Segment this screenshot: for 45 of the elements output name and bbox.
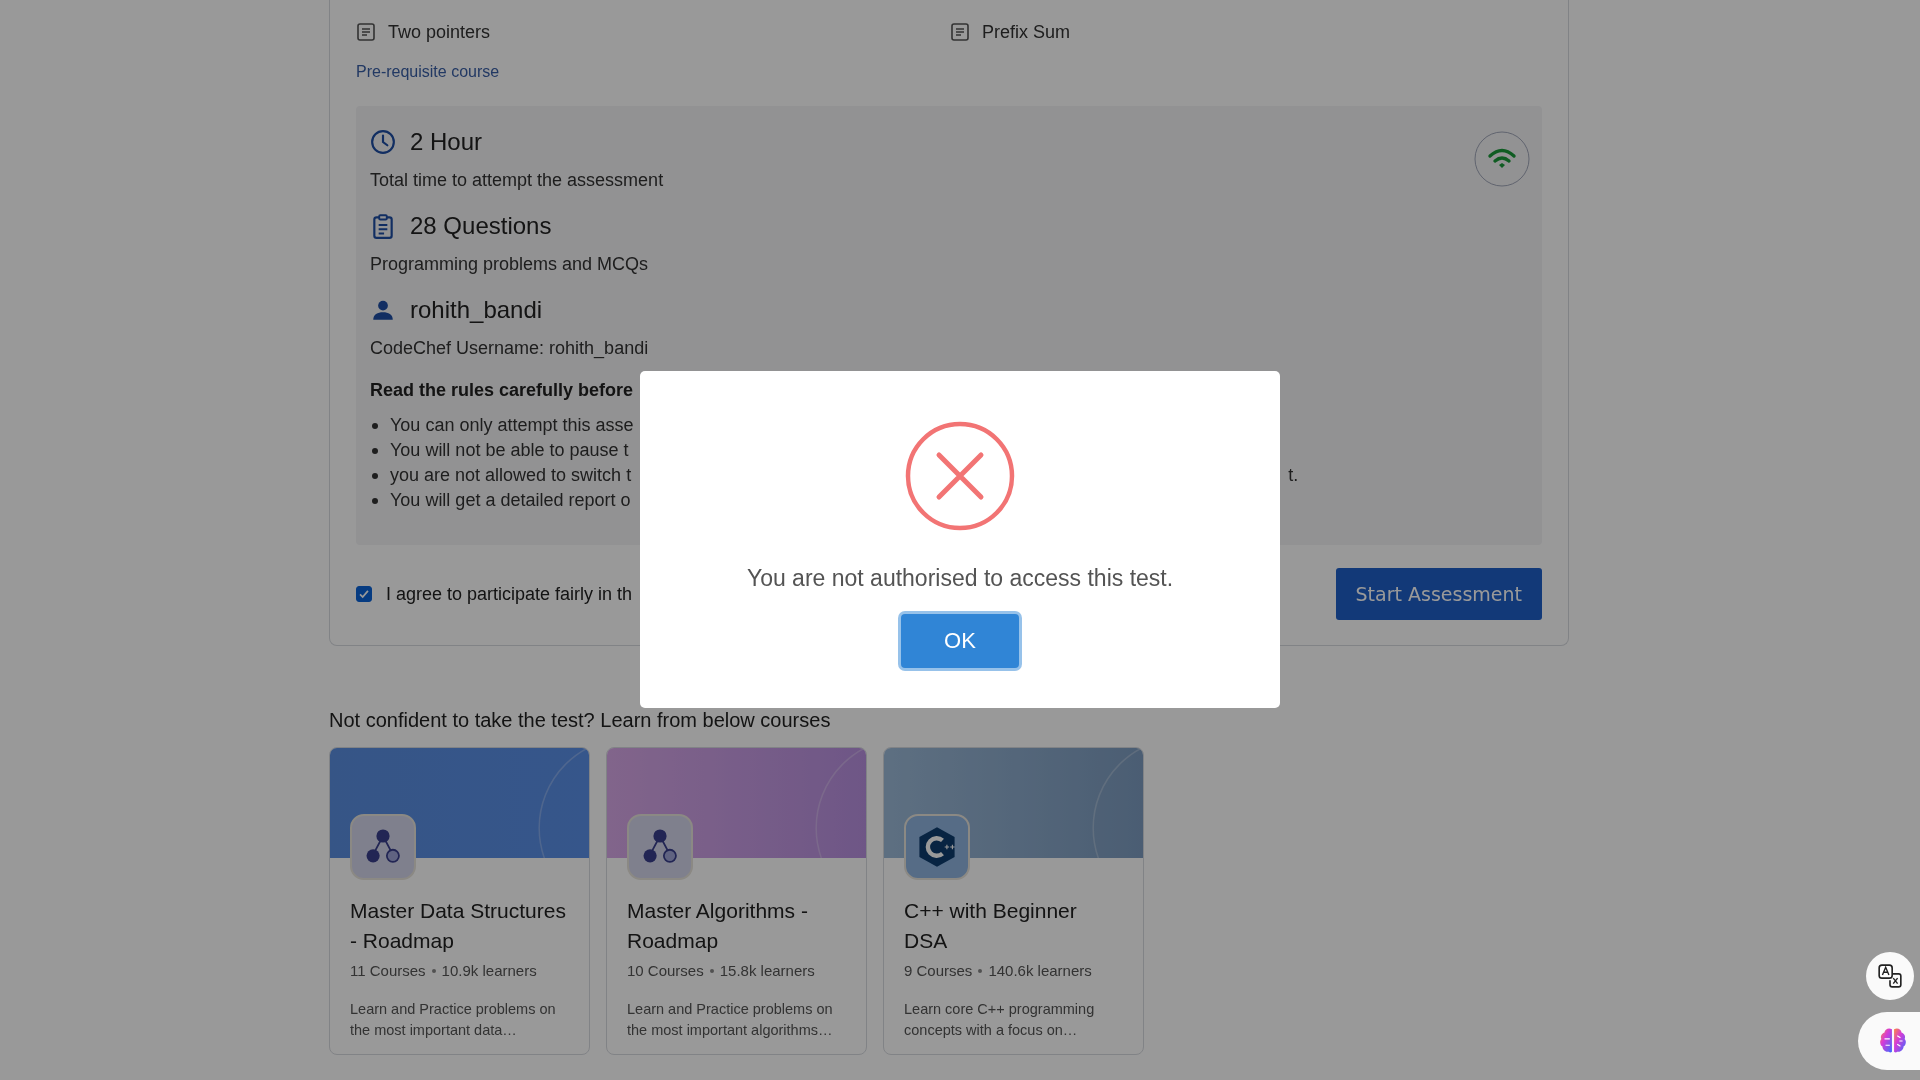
translate-icon	[1877, 963, 1903, 989]
detail-description: Programming problems and MCQs	[370, 254, 650, 275]
learner-count: 15.8k learners	[719, 962, 815, 979]
course-title: Master Algorithms - Roadmap	[627, 898, 809, 954]
detail-title: rohith_bandi	[410, 296, 543, 324]
course-count: 10 Courses	[627, 962, 704, 979]
course-title: Master Data Structures - Roadmap	[350, 898, 567, 954]
rule-item: You will not be able to pause t	[390, 440, 629, 461]
document-icon	[950, 22, 970, 42]
translate-button[interactable]	[1866, 952, 1914, 1000]
connection-wifi-icon	[1474, 131, 1530, 187]
detail-description: Total time to attempt the assessment	[370, 170, 665, 191]
course-description: Learn core C++ programming concepts with a focus on…	[904, 1000, 1096, 1040]
course-count: 9 Courses	[904, 962, 973, 979]
topic-item: Prefix Sum	[982, 21, 1071, 43]
rule-item: You can only attempt this asse	[390, 415, 634, 436]
course-description: Learn and Practice problems on the most important data…	[350, 1000, 557, 1040]
agreement-label: I agree to participate fairly in th	[386, 583, 633, 605]
course-card[interactable]: Master Data Structures - Roadmap 11 Courses 10.9k learners Learn and Practice problems on the most important data…	[329, 747, 590, 1055]
detail-description: CodeChef Username: rohith_bandi	[370, 338, 650, 359]
rule-item: You will get a detailed report o	[390, 490, 631, 511]
rules-heading: Read the rules carefully before	[370, 380, 635, 401]
error-icon	[905, 421, 1015, 531]
clock-icon	[370, 129, 396, 155]
courses-heading: Not confident to take the test? Learn from below courses	[329, 709, 832, 732]
detail-title: 2 Hour	[410, 128, 483, 156]
learner-count: 10.9k learners	[441, 962, 537, 979]
start-assessment-button[interactable]: Start Assessment	[1335, 568, 1542, 620]
course-card[interactable]: Master Algorithms - Roadmap 10 Courses 15.8k learners Learn and Practice problems on the most important algorithms…	[606, 747, 867, 1055]
course-card[interactable]: C++ with Beginner DSA 9 Courses 140.6k learners Learn core C++ programming concepts with a focus on…	[883, 747, 1144, 1055]
course-count: 11 Courses	[350, 962, 426, 979]
rule-item-end: t.	[1288, 465, 1299, 486]
course-title: C++ with Beginner DSA	[904, 898, 1078, 954]
topic-item: Two pointers	[388, 21, 491, 43]
assistant-button[interactable]	[1858, 1012, 1920, 1070]
clipboard-icon	[370, 213, 396, 239]
rule-item: you are not allowed to switch t	[390, 465, 632, 486]
agreement-checkbox[interactable]	[356, 586, 372, 602]
ok-button[interactable]: OK	[901, 614, 1019, 668]
learner-count: 140.6k learners	[988, 962, 1092, 979]
detail-title: 28 Questions	[410, 212, 552, 240]
dialog-message: You are not authorised to access this test.	[746, 565, 1174, 592]
prerequisite-link[interactable]: Pre-requisite course	[356, 63, 500, 81]
document-icon	[356, 22, 376, 42]
course-description: Learn and Practice problems on the most important algorithms…	[627, 1000, 834, 1040]
